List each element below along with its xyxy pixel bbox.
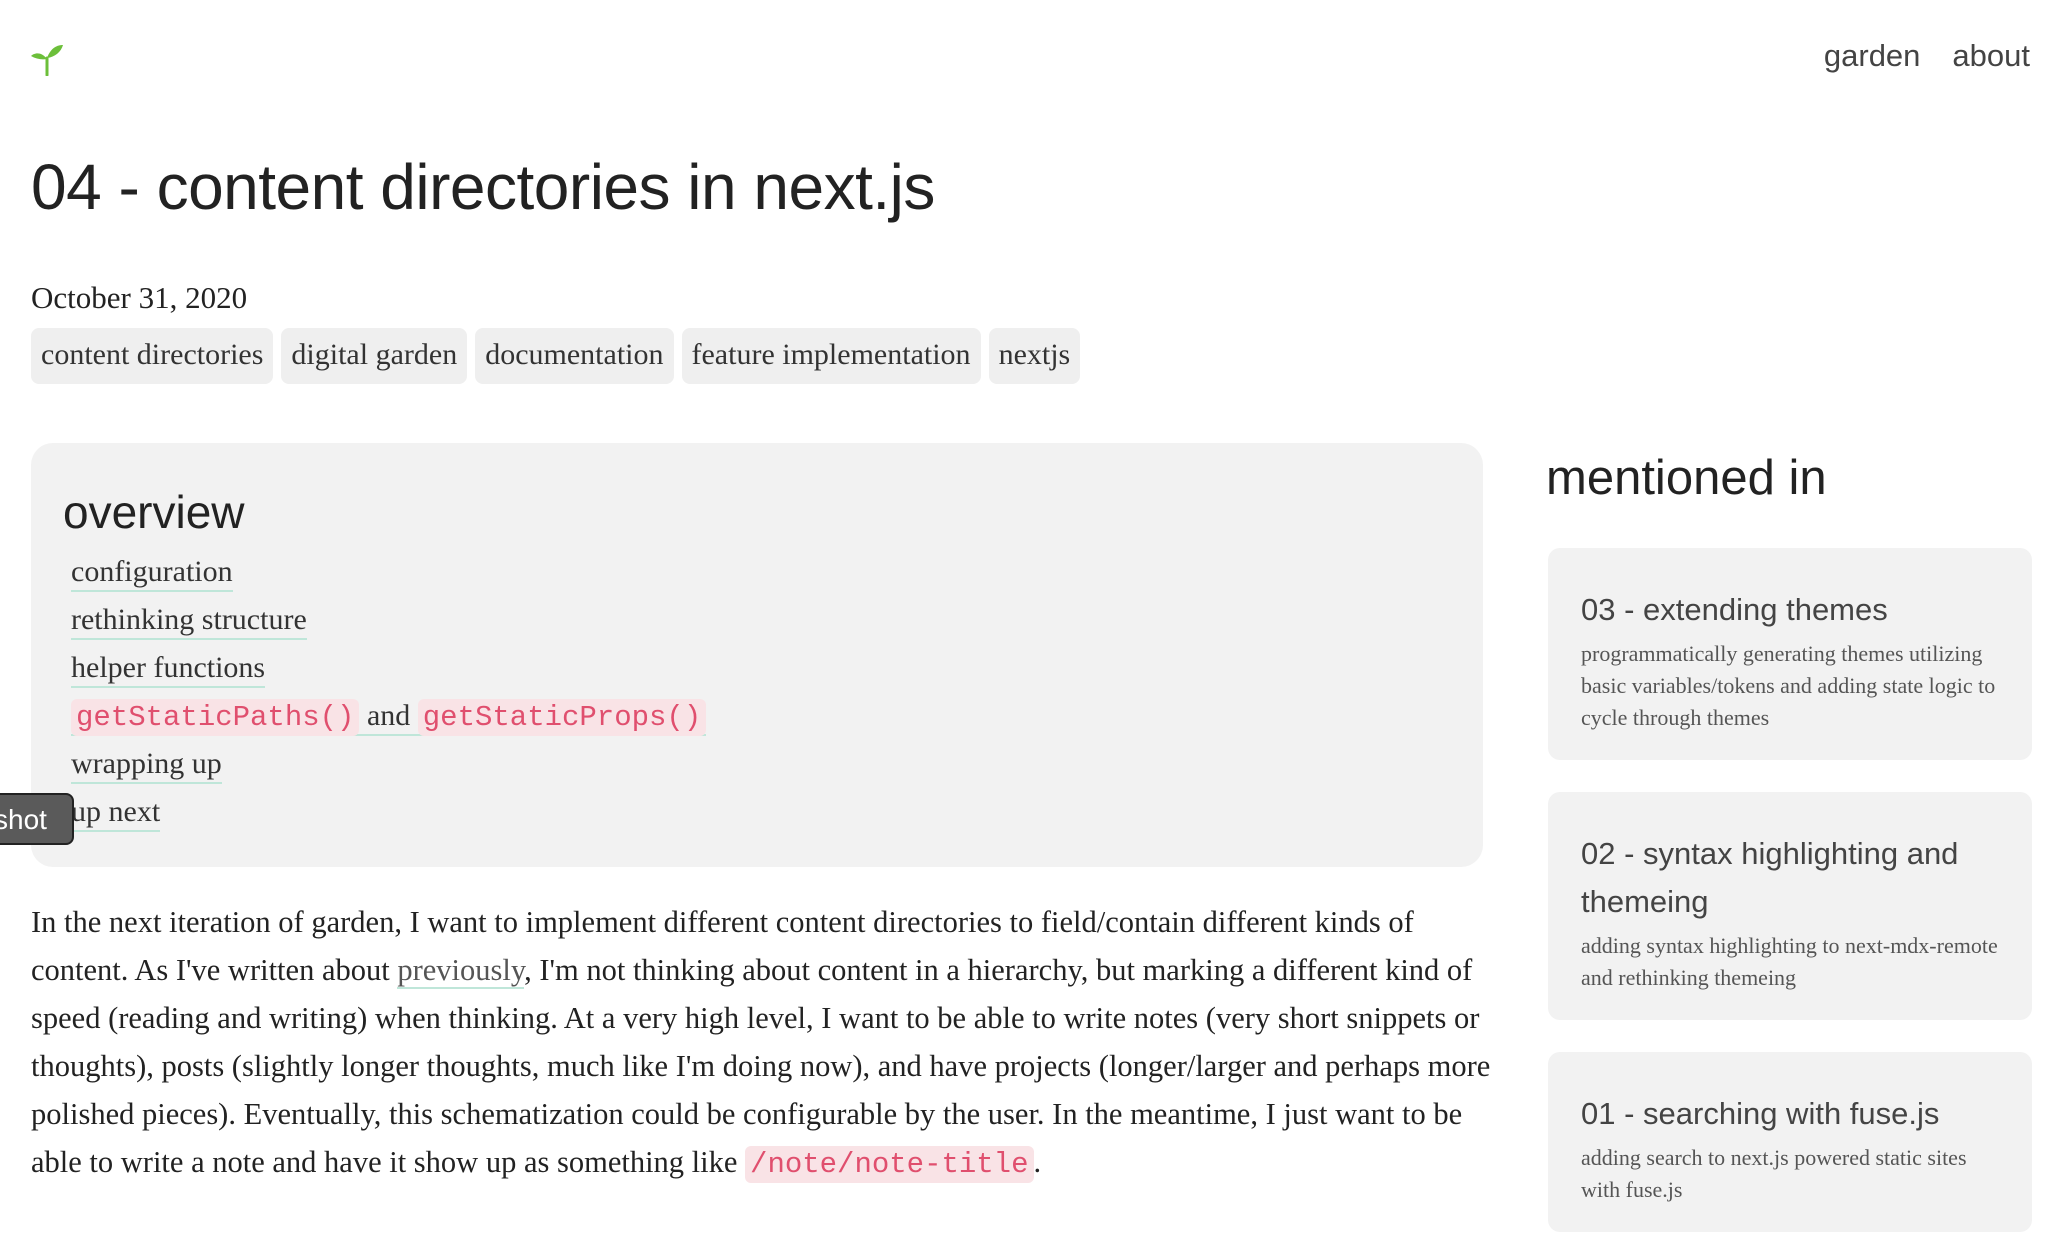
- toc-item: helper functions: [71, 645, 706, 693]
- toc-item: getStaticPaths() and getStaticProps(): [71, 693, 707, 741]
- tag[interactable]: digital garden: [281, 328, 468, 384]
- tag[interactable]: content directories: [31, 328, 274, 384]
- post-date: October 31, 2020: [31, 280, 248, 315]
- overview-heading: overview: [63, 486, 245, 538]
- mention-card-title: 01 - searching with fuse.js: [1581, 1096, 1940, 1131]
- page-title: 04 - content directories in next.js: [31, 151, 935, 223]
- mention-card-desc: programmatically generating themes utili…: [1581, 641, 1996, 730]
- tag-list: content directories digital garden docum…: [31, 328, 1081, 384]
- code-get-static-props: getStaticProps(): [417, 699, 707, 736]
- toc-item: rethinking structure: [71, 597, 706, 645]
- toc-joiner: and: [359, 699, 418, 732]
- mention-card-title: 03 - extending themes: [1581, 592, 1888, 627]
- screenshot-button[interactable]: shot: [0, 793, 74, 845]
- article-paragraph: In the next iteration of garden, I want …: [31, 898, 1491, 1189]
- mention-card-desc: adding syntax highlighting to next-mdx-r…: [1581, 933, 1998, 990]
- overview-box: overview configuration rethinking struct…: [31, 443, 1483, 867]
- top-nav: garden about: [1824, 38, 2030, 74]
- previously-link[interactable]: previously: [397, 953, 525, 989]
- mention-card[interactable]: 03 - extending themes programmatically g…: [1548, 548, 2032, 760]
- mention-card[interactable]: 02 - syntax highlighting and themeing ad…: [1548, 792, 2032, 1020]
- nav-garden-link[interactable]: garden: [1824, 38, 1921, 74]
- nav-about-link[interactable]: about: [1952, 38, 2030, 74]
- toc-link-rethinking-structure[interactable]: rethinking structure: [71, 603, 307, 640]
- toc-link-configuration[interactable]: configuration: [71, 555, 233, 592]
- toc-link-wrapping-up[interactable]: wrapping up: [71, 747, 222, 784]
- inline-code: /note/note-title: [745, 1146, 1034, 1183]
- mention-card-desc: adding search to next.js powered static …: [1581, 1145, 1967, 1202]
- toc-link-static-functions[interactable]: getStaticPaths() and getStaticProps(): [71, 699, 707, 736]
- toc-item: up next: [71, 789, 706, 837]
- seedling-icon[interactable]: [30, 42, 64, 76]
- code-get-static-paths: getStaticPaths(): [71, 699, 360, 736]
- toc-link-helper-functions[interactable]: helper functions: [71, 651, 266, 688]
- toc-item: configuration: [71, 549, 706, 597]
- toc-item: wrapping up: [71, 741, 706, 789]
- tag[interactable]: nextjs: [988, 328, 1081, 384]
- table-of-contents: configuration rethinking structure helpe…: [71, 549, 707, 837]
- mentioned-in-heading: mentioned in: [1546, 451, 1827, 505]
- tag[interactable]: documentation: [475, 328, 674, 384]
- paragraph-end: .: [1033, 1145, 1042, 1179]
- toc-link-up-next[interactable]: up next: [71, 795, 161, 832]
- mention-card[interactable]: 01 - searching with fuse.js adding searc…: [1548, 1052, 2032, 1232]
- mention-card-title: 02 - syntax highlighting and themeing: [1581, 836, 1959, 919]
- tag[interactable]: feature implementation: [681, 328, 981, 384]
